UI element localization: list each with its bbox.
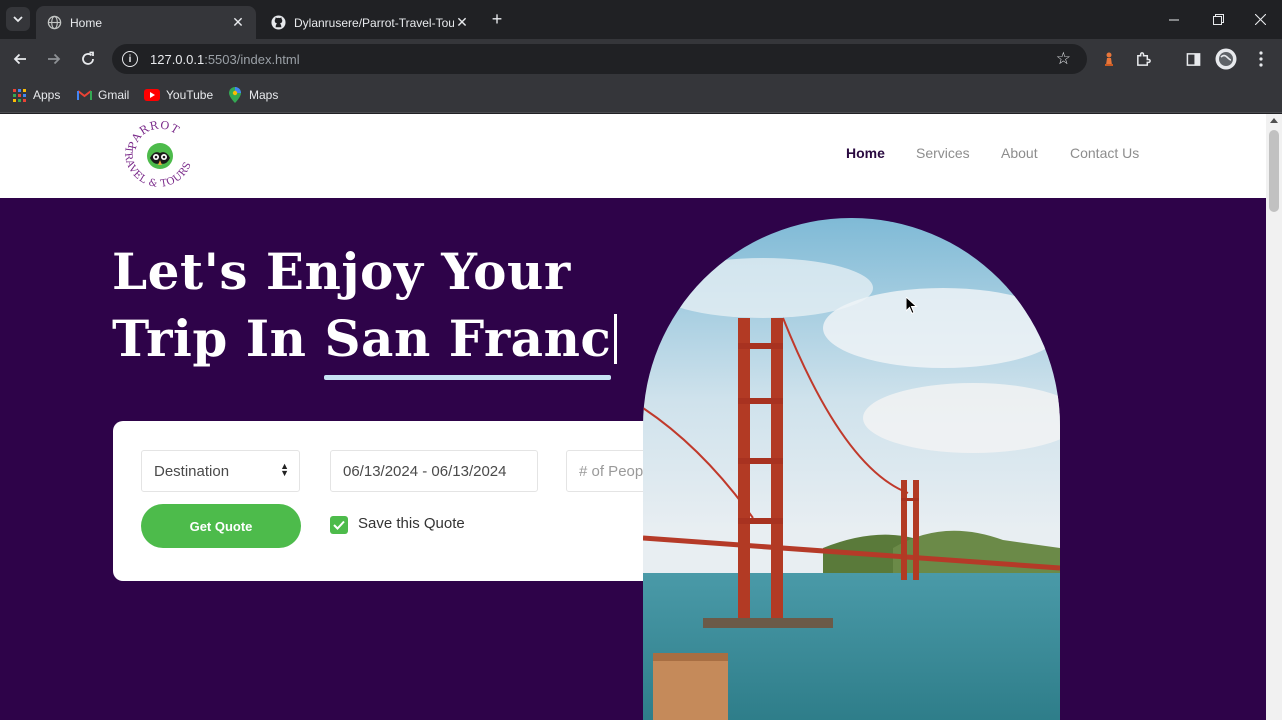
youtube-icon (144, 87, 160, 103)
destination-select[interactable]: Destination ▲ ▼ (141, 450, 300, 492)
tab-search-button[interactable] (6, 7, 30, 31)
browser-tab-bar: Home ✕ Dylanrusere/Parrot-Travel-Tours ✕… (0, 0, 1282, 39)
page-viewport: PARROT TRAVEL & TOURS Home Services Abou… (0, 114, 1266, 720)
headline-typed-city: San Franc (324, 305, 612, 380)
typing-caret (614, 314, 618, 364)
save-quote-checkbox[interactable] (330, 516, 348, 534)
golden-gate-bridge-image (643, 218, 1060, 720)
nav-services[interactable]: Services (916, 145, 970, 161)
bookmark-apps[interactable]: Apps (11, 87, 60, 103)
bookmark-maps[interactable]: Maps (227, 87, 278, 103)
tab-github[interactable]: Dylanrusere/Parrot-Travel-Tours ✕ (260, 6, 480, 39)
tab-title: Dylanrusere/Parrot-Travel-Tours (294, 15, 454, 30)
restore-icon[interactable] (1196, 0, 1240, 39)
apps-grid-icon (11, 87, 27, 103)
headline-line-1: Let's Enjoy Your (112, 242, 571, 301)
site-info-icon[interactable]: i (122, 51, 138, 67)
globe-icon (46, 15, 62, 31)
minimize-icon[interactable] (1152, 0, 1196, 39)
get-quote-button[interactable]: Get Quote (141, 504, 301, 548)
date-range-input[interactable]: 06/13/2024 - 06/13/2024 (330, 450, 538, 492)
save-quote-label[interactable]: Save this Quote (358, 515, 465, 532)
nav-home[interactable]: Home (846, 145, 885, 161)
profile-avatar[interactable] (1215, 48, 1237, 70)
mouse-cursor-icon (906, 297, 918, 315)
github-icon (270, 15, 286, 31)
extension-chess-icon[interactable] (1098, 48, 1120, 70)
quote-form-card: Destination ▲ ▼ 06/13/2024 - 06/13/2024 #… (113, 421, 709, 581)
parrot-travel-logo[interactable]: PARROT TRAVEL & TOURS (120, 118, 200, 192)
bookmark-label: Maps (249, 88, 279, 102)
bookmarks-bar: Apps Gmail YouTube Maps (0, 79, 1282, 113)
bookmark-label: Gmail (98, 88, 130, 102)
bookmark-label: Apps (33, 88, 61, 102)
forward-arrow-icon[interactable] (42, 47, 66, 71)
gmail-icon (76, 87, 92, 103)
url-text: 127.0.0.1:5503/index.html (150, 51, 300, 67)
bookmark-gmail[interactable]: Gmail (76, 87, 129, 103)
bookmark-label: YouTube (166, 88, 214, 102)
tab-title: Home (70, 15, 103, 30)
checkmark-icon (333, 520, 345, 530)
hero-section: Let's Enjoy Your Trip In San Franc Desti… (0, 198, 1266, 720)
tab-home[interactable]: Home ✕ (36, 6, 256, 39)
close-window-icon[interactable] (1238, 0, 1282, 39)
hero-headline: Let's Enjoy Your Trip In San Franc (112, 238, 618, 380)
scroll-up-arrow-icon[interactable] (1270, 118, 1278, 123)
reload-icon[interactable] (76, 47, 100, 71)
bookmark-star-icon[interactable]: ☆ (1056, 49, 1071, 69)
extensions-puzzle-icon[interactable] (1132, 48, 1154, 70)
chevron-down-icon (13, 16, 23, 23)
browser-toolbar: i 127.0.0.1:5503/index.html ☆ (0, 39, 1282, 79)
close-icon[interactable]: ✕ (454, 14, 470, 31)
more-menu-icon[interactable] (1250, 48, 1272, 70)
bookmark-youtube[interactable]: YouTube (144, 87, 213, 103)
headline-line-2-prefix: Trip In (112, 309, 325, 368)
side-panel-icon[interactable] (1182, 48, 1204, 70)
nav-about[interactable]: About (1001, 145, 1038, 161)
close-icon[interactable]: ✕ (230, 14, 246, 31)
back-arrow-icon[interactable] (8, 47, 32, 71)
address-bar[interactable]: i 127.0.0.1:5503/index.html ☆ (112, 44, 1087, 74)
page-scrollbar[interactable] (1266, 114, 1282, 720)
select-arrows-icon: ▲ ▼ (280, 461, 289, 478)
nav-contact-us[interactable]: Contact Us (1070, 145, 1139, 161)
site-header: PARROT TRAVEL & TOURS Home Services Abou… (0, 114, 1266, 198)
new-tab-plus-icon[interactable]: + (486, 8, 508, 30)
maps-icon (227, 87, 243, 103)
scrollbar-thumb[interactable] (1269, 130, 1279, 212)
